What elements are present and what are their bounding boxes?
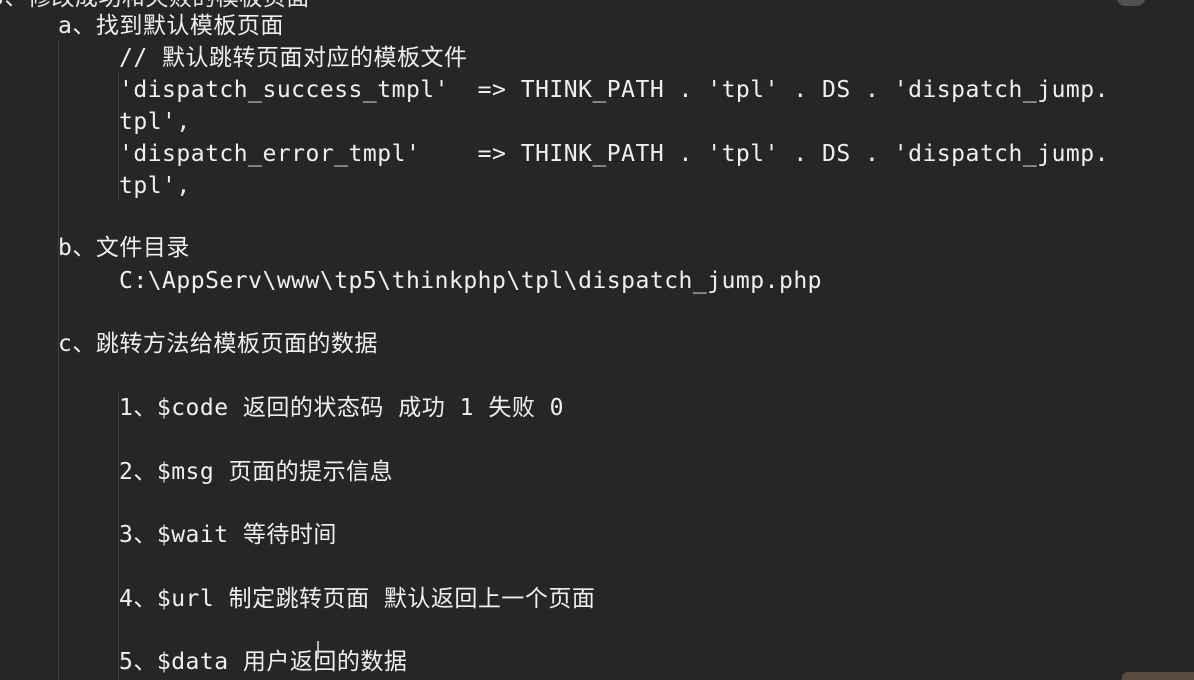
code-comment: // 默认跳转页面对应的模板文件 [119, 45, 468, 71]
code-line-success: 'dispatch_success_tmpl' => THINK_PATH . … [119, 77, 1109, 103]
editor-area[interactable]: 3、修改成功和失败的模板页面 a、找到默认模板页面 // 默认跳转页面对应的模板… [0, 0, 1194, 680]
list-item-data: 5、$data 用户返回的数据 [119, 649, 408, 675]
corner-shape [1116, 0, 1146, 6]
list-item-msg: 2、$msg 页面的提示信息 [119, 459, 394, 485]
indent-guide [58, 40, 59, 680]
list-item-wait: 3、$wait 等待时间 [119, 522, 337, 548]
text-cursor-icon [317, 641, 319, 659]
code-line-error-wrap: tpl', [119, 173, 191, 199]
corner-shape [1122, 672, 1194, 680]
section-c-title: c、跳转方法给模板页面的数据 [58, 331, 378, 357]
code-line-error: 'dispatch_error_tmpl' => THINK_PATH . 't… [119, 141, 1109, 167]
list-item-code: 1、$code 返回的状态码 成功 1 失败 0 [119, 395, 565, 421]
section-b-title: b、文件目录 [58, 235, 190, 261]
code-line-success-wrap: tpl', [119, 109, 191, 135]
list-item-url: 4、$url 制定跳转页面 默认返回上一个页面 [119, 586, 596, 612]
file-path: C:\AppServ\www\tp5\thinkphp\tpl\dispatch… [119, 268, 823, 294]
section-a-title: a、找到默认模板页面 [58, 13, 284, 39]
